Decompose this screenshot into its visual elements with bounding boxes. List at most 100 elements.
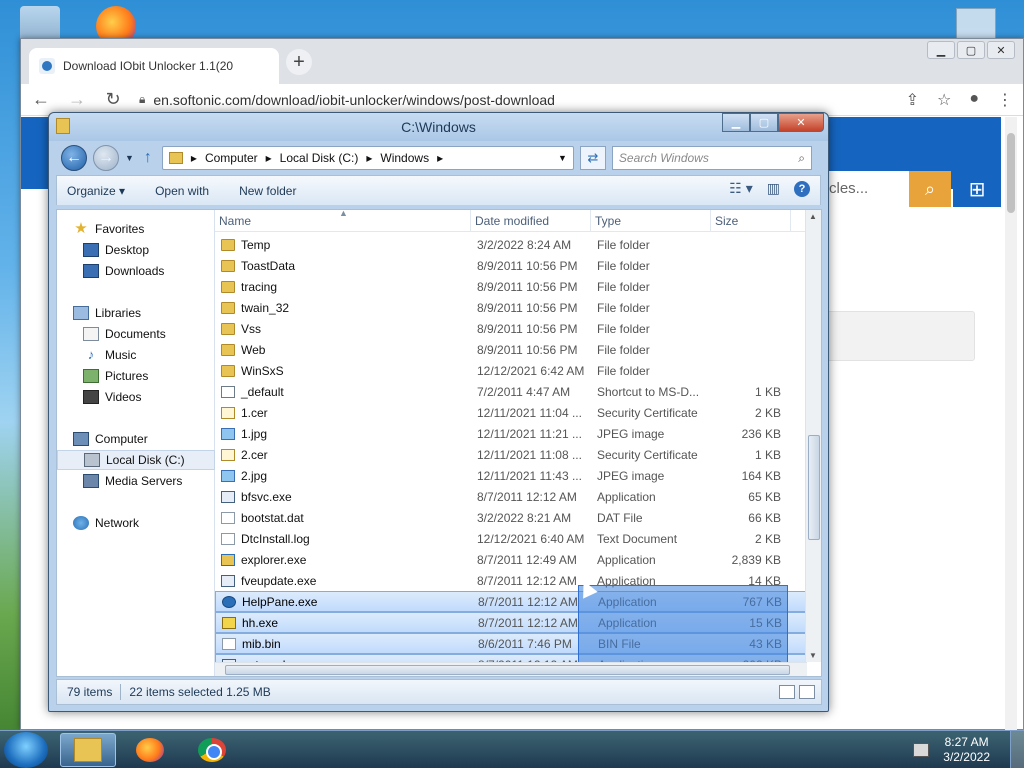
page-scrollbar[interactable] xyxy=(1005,117,1017,731)
file-row[interactable]: 1.jpg 12/11/2021 11:21 ... JPEG image 236 K… xyxy=(215,423,807,444)
minimize-icon[interactable]: ▁ xyxy=(927,41,955,59)
file-date: 8/9/2011 10:56 PM xyxy=(477,258,578,273)
share-icon[interactable]: ⇪ xyxy=(906,90,919,110)
file-row[interactable]: twain_32 8/9/2011 10:56 PM File folder xyxy=(215,297,807,318)
maximize-icon[interactable]: ▢ xyxy=(957,41,985,59)
refresh-icon[interactable]: ⇄ xyxy=(579,146,606,170)
close-icon[interactable]: ✕ xyxy=(987,41,1015,59)
page-scrollbar-thumb[interactable] xyxy=(1007,133,1015,213)
breadcrumb-arrow-icon[interactable]: ▸ xyxy=(366,151,372,165)
new-tab-button[interactable]: + xyxy=(286,49,312,75)
help-icon[interactable]: ? xyxy=(794,180,810,197)
minimize-button[interactable]: ▁ xyxy=(722,113,750,132)
show-desktop-button[interactable] xyxy=(1010,731,1024,768)
file-row[interactable]: WinSxS 12/12/2021 6:42 AM File folder xyxy=(215,360,807,381)
back-arrow-icon[interactable]: ← xyxy=(31,89,51,110)
start-button[interactable] xyxy=(4,732,48,768)
search-icon[interactable]: ⌕ xyxy=(798,151,805,166)
site-search-button[interactable]: ⌕ xyxy=(909,171,951,207)
file-type: Application xyxy=(597,552,656,567)
bookmark-star-icon[interactable]: ☆ xyxy=(937,90,951,110)
file-row[interactable]: bootstat.dat 3/2/2022 8:21 AM DAT File 66 K… xyxy=(215,507,807,528)
nav-music[interactable]: ♪ Music xyxy=(57,345,215,365)
windows-logo-icon[interactable]: ⊞ xyxy=(953,171,1001,207)
lock-icon[interactable]: 🔒︎ xyxy=(139,92,145,107)
file-name: hh.exe xyxy=(242,615,279,630)
details-view-icon[interactable] xyxy=(779,685,795,699)
file-row[interactable]: 2.cer 12/11/2021 11:08 ... Security Certif… xyxy=(215,444,807,465)
menu-dots-icon[interactable]: ⋮ xyxy=(997,90,1013,110)
nav-pictures[interactable]: Pictures xyxy=(57,366,215,386)
file-list-horizontal-scrollbar[interactable] xyxy=(215,662,807,676)
file-type: JPEG image xyxy=(597,426,665,441)
file-name-cell: 2.jpg xyxy=(215,469,471,483)
scroll-down-icon[interactable]: ▼ xyxy=(809,651,817,660)
nav-downloads[interactable]: Downloads xyxy=(57,261,215,281)
breadcrumb-local-disk[interactable]: Local Disk (C:) xyxy=(280,151,359,165)
change-view-icon[interactable]: ☷ ▾ xyxy=(729,180,752,197)
column-type[interactable]: Type xyxy=(591,210,711,232)
file-list-vertical-scrollbar[interactable]: ▲ ▼ xyxy=(805,210,821,662)
column-size[interactable]: Size xyxy=(711,210,791,232)
open-with-button[interactable]: Open with xyxy=(155,184,209,198)
address-dropdown-icon[interactable]: ▼ xyxy=(558,153,567,163)
nav-videos[interactable]: Videos xyxy=(57,387,215,407)
file-row[interactable]: DtcInstall.log 12/12/2021 6:40 AM Text Doc… xyxy=(215,528,807,549)
back-button[interactable]: ← xyxy=(61,145,87,171)
nav-favorites[interactable]: ★ Favorites xyxy=(57,219,215,239)
vertical-scrollbar-thumb[interactable] xyxy=(808,435,820,540)
taskbar-explorer-button[interactable] xyxy=(60,733,116,767)
file-row[interactable]: Temp 3/2/2022 8:24 AM File folder xyxy=(215,234,807,255)
file-row[interactable]: ToastData 8/9/2011 10:56 PM File folder xyxy=(215,255,807,276)
clock[interactable]: 8:27 AM 3/2/2022 xyxy=(943,735,990,765)
file-row[interactable]: Web 8/9/2011 10:56 PM File folder xyxy=(215,339,807,360)
network-tray-icon[interactable] xyxy=(913,743,930,757)
file-row[interactable]: bfsvc.exe 8/7/2011 12:12 AM Application 65 … xyxy=(215,486,807,507)
file-name-cell: 2.cer xyxy=(215,448,471,462)
explorer-titlebar[interactable]: C:\Windows ▁ ▢ ✕ xyxy=(49,113,828,141)
search-input[interactable]: Search Windows ⌕ xyxy=(611,146,812,170)
nav-local-disk[interactable]: Local Disk (C:) xyxy=(57,450,215,470)
file-row[interactable]: Vss 8/9/2011 10:56 PM File folder xyxy=(215,318,807,339)
column-date-modified[interactable]: Date modified xyxy=(471,210,591,232)
browser-tab[interactable]: Download IObit Unlocker 1.1(20 xyxy=(29,48,279,84)
doc-icon xyxy=(221,511,235,524)
file-row[interactable]: 2.jpg 12/11/2021 11:43 ... JPEG image 164 K… xyxy=(215,465,807,486)
close-button[interactable]: ✕ xyxy=(778,113,824,132)
forward-button[interactable]: → xyxy=(93,145,119,171)
breadcrumb-arrow-icon[interactable]: ▸ xyxy=(191,151,197,165)
new-folder-button[interactable]: New folder xyxy=(239,184,296,198)
file-type: Security Certificate xyxy=(597,447,698,462)
site-search-input[interactable]: cles... xyxy=(821,171,911,207)
preview-pane-icon[interactable]: ▥ xyxy=(767,180,780,197)
file-row[interactable]: _default 7/2/2011 4:47 AM Shortcut to MS-D… xyxy=(215,381,807,402)
breadcrumb[interactable]: ▸ Computer ▸ Local Disk (C:) ▸ Windows ▸… xyxy=(161,146,574,170)
nav-media-servers[interactable]: Media Servers xyxy=(57,471,215,491)
horizontal-scrollbar-thumb[interactable] xyxy=(225,665,790,675)
up-arrow-icon[interactable]: ↑ xyxy=(140,149,156,167)
nav-desktop[interactable]: Desktop xyxy=(57,240,215,260)
taskbar-firefox-button[interactable] xyxy=(122,733,178,767)
organize-menu[interactable]: Organize ▾ xyxy=(67,184,125,198)
nav-computer[interactable]: Computer xyxy=(57,429,215,449)
breadcrumb-arrow-icon[interactable]: ▸ xyxy=(437,151,443,165)
profile-icon[interactable]: ● xyxy=(969,90,979,110)
scroll-up-icon[interactable]: ▲ xyxy=(809,212,817,221)
large-icons-view-icon[interactable] xyxy=(799,685,815,699)
file-row[interactable]: tracing 8/9/2011 10:56 PM File folder xyxy=(215,276,807,297)
file-row[interactable]: explorer.exe 8/7/2011 12:49 AM Application… xyxy=(215,549,807,570)
nav-documents[interactable]: Documents xyxy=(57,324,215,344)
reload-icon[interactable]: ↻ xyxy=(103,89,123,110)
breadcrumb-computer[interactable]: Computer xyxy=(205,151,258,165)
nav-network[interactable]: Network xyxy=(57,513,215,533)
file-name: 2.jpg xyxy=(241,468,268,483)
file-row[interactable]: 1.cer 12/11/2021 11:04 ... Security Certif… xyxy=(215,402,807,423)
breadcrumb-windows[interactable]: Windows xyxy=(380,151,429,165)
maximize-button[interactable]: ▢ xyxy=(750,113,778,132)
address-bar[interactable]: 🔒︎ en.softonic.com/download/iobit-unlock… xyxy=(139,92,890,108)
recent-pages-chevron-icon[interactable]: ▼ xyxy=(125,153,134,163)
forward-arrow-icon[interactable]: → xyxy=(67,89,87,110)
nav-libraries[interactable]: Libraries xyxy=(57,303,215,323)
breadcrumb-arrow-icon[interactable]: ▸ xyxy=(266,151,272,165)
taskbar-chrome-button[interactable] xyxy=(184,733,240,767)
